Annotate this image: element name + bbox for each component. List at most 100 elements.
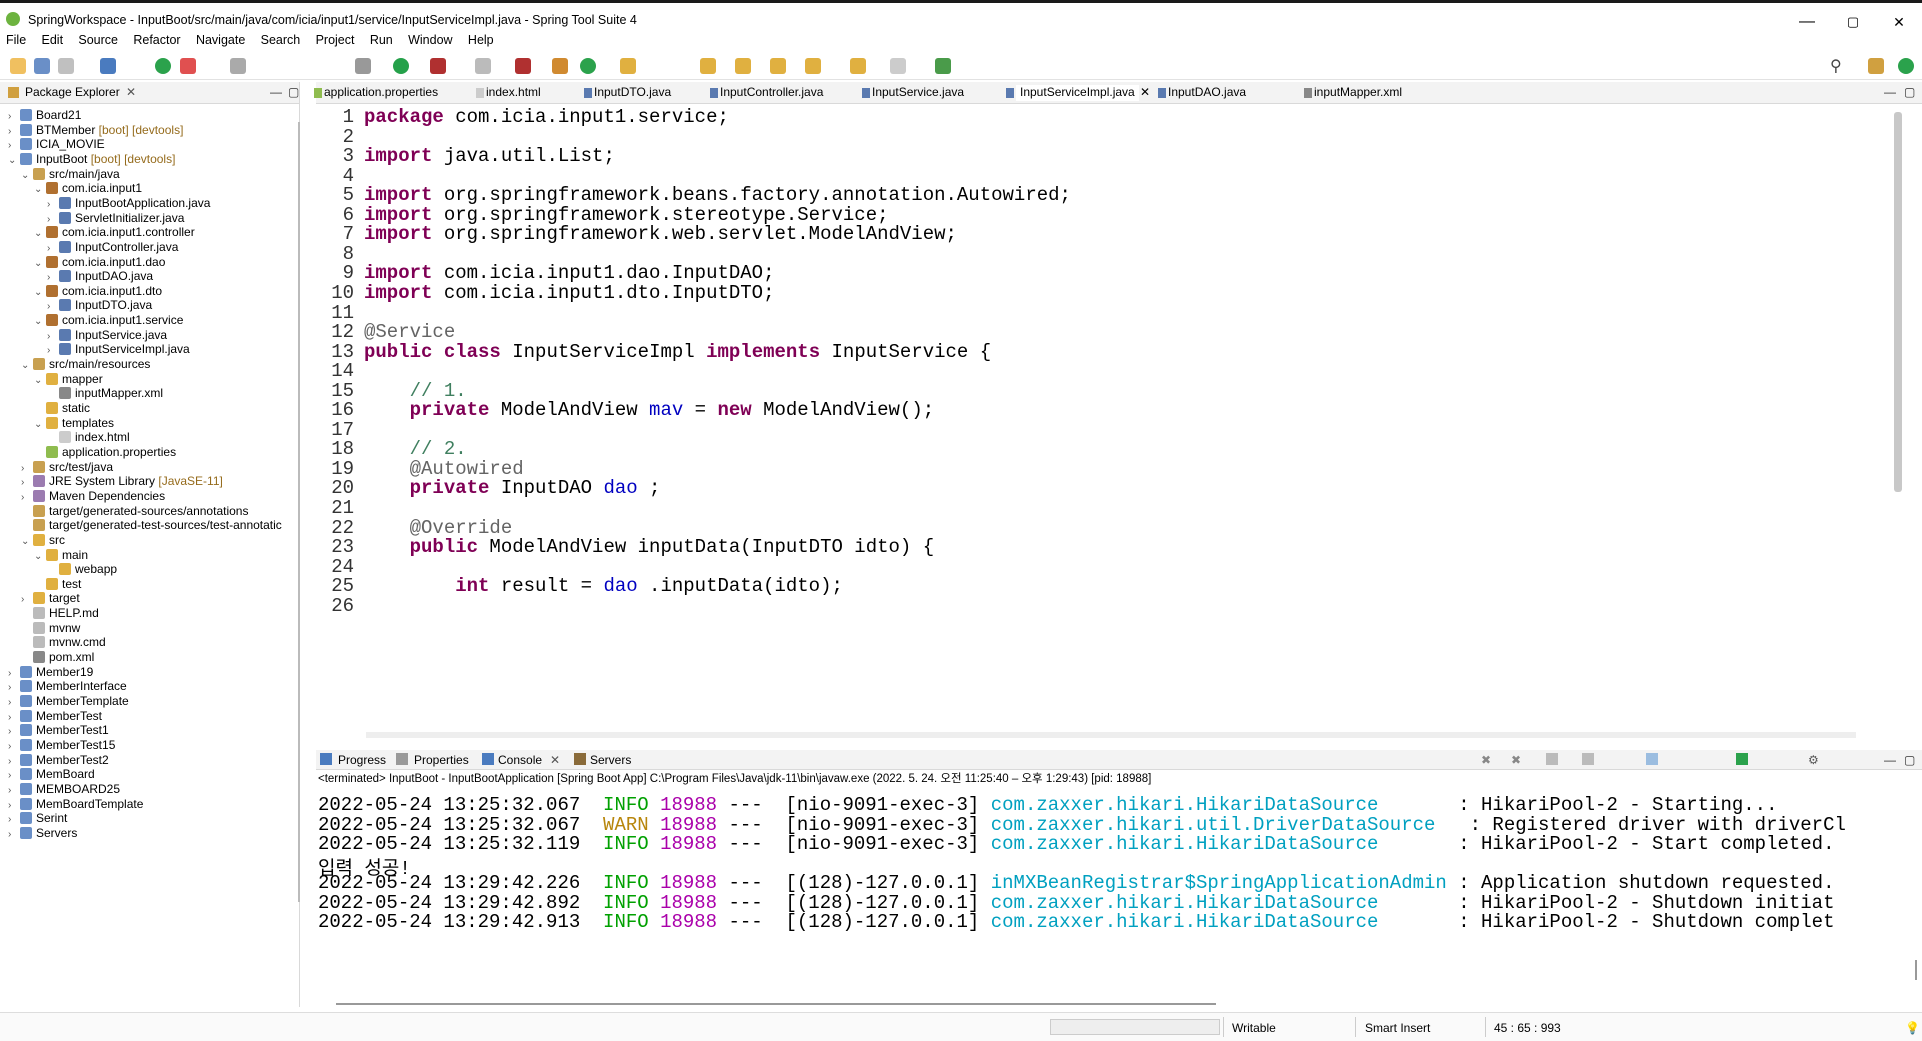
menu-source[interactable]: Source: [72, 31, 124, 49]
console-output[interactable]: 2022-05-24 13:25:32.067 INFO 18988 --- […: [318, 790, 1908, 985]
remove-launch-icon[interactable]: ✖: [1481, 753, 1491, 767]
expand-arrow-icon[interactable]: ›: [8, 826, 20, 844]
next-annotation-icon[interactable]: [735, 58, 751, 74]
java-icon: [59, 299, 71, 312]
editor-horizontal-scrollbar[interactable]: [366, 732, 1856, 738]
editor-tab[interactable]: InputController.java: [720, 85, 823, 99]
folder-icon: [46, 402, 58, 414]
maximize-console-icon[interactable]: ▢: [1904, 753, 1915, 767]
editor-vertical-scrollbar[interactable]: [1894, 112, 1902, 492]
open-console-icon[interactable]: [1736, 753, 1748, 765]
minimize-editor-icon[interactable]: —: [1884, 85, 1896, 99]
editor-tab[interactable]: index.html: [486, 85, 541, 99]
close-tab-icon[interactable]: ✕: [1140, 85, 1150, 99]
code-line[interactable]: package com.icia.input1.service;: [364, 106, 729, 128]
expand-arrow-icon[interactable]: ⌄: [34, 372, 46, 390]
code-line[interactable]: public class InputServiceImpl implements…: [364, 341, 991, 363]
package-explorer-tab[interactable]: Package Explorer: [25, 85, 120, 99]
tab-progress[interactable]: Progress: [338, 753, 386, 767]
clear-console-icon[interactable]: [1582, 753, 1594, 765]
debug-run-icon[interactable]: [355, 58, 371, 74]
expand-arrow-icon[interactable]: ⌄: [34, 181, 46, 199]
save-icon[interactable]: [34, 58, 50, 74]
menu-search[interactable]: Search: [255, 31, 307, 49]
terminal-icon[interactable]: [100, 58, 116, 74]
editor-tab[interactable]: application.properties: [324, 85, 438, 99]
expand-arrow-icon[interactable]: ⌄: [8, 152, 20, 170]
minimize-view-icon[interactable]: —: [270, 85, 282, 99]
search-icon[interactable]: ⚲: [1830, 56, 1842, 76]
forward-icon[interactable]: [890, 58, 906, 74]
editor-tab[interactable]: InputDTO.java: [594, 85, 671, 99]
open-perspective-icon[interactable]: [935, 58, 951, 74]
srcfolder-icon: [33, 167, 45, 180]
expand-arrow-icon[interactable]: ⌄: [34, 548, 46, 566]
menu-help[interactable]: Help: [462, 31, 500, 49]
editor-tab[interactable]: InputDAO.java: [1168, 85, 1246, 99]
expand-arrow-icon[interactable]: ⌄: [21, 167, 33, 185]
project-icon: [20, 123, 32, 136]
open-task-icon[interactable]: [700, 58, 716, 74]
tab-console[interactable]: Console: [498, 753, 542, 767]
source-code[interactable]: 1 package com.icia.input1.service; 2 3 impor…: [316, 106, 1906, 716]
prev-annotation-icon[interactable]: [770, 58, 786, 74]
run-icon[interactable]: [393, 58, 409, 74]
code-line[interactable]: import com.icia.input1.dto.InputDTO;: [364, 282, 774, 304]
new-package-icon[interactable]: [552, 58, 568, 74]
menu-edit[interactable]: Edit: [36, 31, 70, 49]
back-icon[interactable]: [850, 58, 866, 74]
new-class-icon[interactable]: [580, 58, 596, 74]
spring-boot-icon[interactable]: [155, 58, 171, 74]
menu-refactor[interactable]: Refactor: [127, 31, 186, 49]
editor-tab[interactable]: inputMapper.xml: [1314, 85, 1402, 99]
code-line[interactable]: private InputDAO dao ;: [364, 477, 661, 499]
coverage-icon[interactable]: [515, 58, 531, 74]
save-all-icon[interactable]: [58, 58, 74, 74]
close-icon[interactable]: ✕: [126, 85, 136, 99]
code-line[interactable]: import org.springframework.web.servlet.M…: [364, 223, 957, 245]
expand-arrow-icon[interactable]: ⌄: [34, 416, 46, 434]
expand-arrow-icon[interactable]: ⌄: [21, 357, 33, 375]
maximize-editor-icon[interactable]: ▢: [1904, 85, 1915, 99]
last-edit-icon[interactable]: [805, 58, 821, 74]
code-line[interactable]: import java.util.List;: [364, 145, 615, 167]
code-line[interactable]: private ModelAndView mav = new ModelAndV…: [364, 399, 935, 421]
stop-console-icon[interactable]: [1546, 753, 1558, 765]
close-console-icon[interactable]: ✕: [550, 753, 560, 767]
maximize-view-icon[interactable]: ▢: [288, 85, 299, 99]
open-type-icon[interactable]: [620, 58, 636, 74]
java-perspective-icon[interactable]: [1868, 58, 1884, 74]
editor-tab[interactable]: InputServiceImpl.java: [1016, 85, 1139, 101]
menu-run[interactable]: Run: [364, 31, 399, 49]
console-horizontal-scrollbar[interactable]: [336, 1003, 1216, 1005]
console-vertical-scrollbar[interactable]: [1915, 960, 1917, 980]
pin-icon[interactable]: [230, 58, 246, 74]
stop-icon[interactable]: [475, 58, 491, 74]
code-line[interactable]: public ModelAndView inputData(InputDTO i…: [364, 536, 935, 558]
expand-arrow-icon[interactable]: ⌄: [34, 284, 46, 302]
menu-navigate[interactable]: Navigate: [190, 31, 251, 49]
menu-project[interactable]: Project: [310, 31, 361, 49]
spring-perspective-icon[interactable]: [1898, 58, 1914, 74]
project-icon: [20, 109, 32, 121]
tree-item[interactable]: › Servers: [8, 824, 77, 842]
tip-icon[interactable]: 💡: [1905, 1021, 1920, 1035]
menu-window[interactable]: Window: [402, 31, 458, 49]
editor-tab[interactable]: InputService.java: [872, 85, 964, 99]
expand-arrow-icon[interactable]: ⌄: [21, 533, 33, 551]
code-line[interactable]: int result = dao .inputData(idto);: [364, 575, 843, 597]
menu-file[interactable]: File: [0, 31, 32, 49]
expand-arrow-icon[interactable]: ⌄: [34, 225, 46, 243]
expand-arrow-icon[interactable]: ⌄: [34, 313, 46, 331]
vertical-scrollbar[interactable]: [298, 122, 300, 902]
settings-icon[interactable]: ⚙: [1808, 753, 1819, 767]
debug-icon[interactable]: [180, 58, 196, 74]
expand-arrow-icon[interactable]: ⌄: [34, 255, 46, 273]
pin-console-icon[interactable]: [1646, 753, 1658, 765]
minimize-console-icon[interactable]: —: [1884, 753, 1896, 767]
external-tools-icon[interactable]: [430, 58, 446, 74]
tab-properties[interactable]: Properties: [414, 753, 469, 767]
tab-servers[interactable]: Servers: [590, 753, 631, 767]
remove-all-icon[interactable]: ✖: [1511, 753, 1521, 767]
new-icon[interactable]: [10, 58, 26, 74]
